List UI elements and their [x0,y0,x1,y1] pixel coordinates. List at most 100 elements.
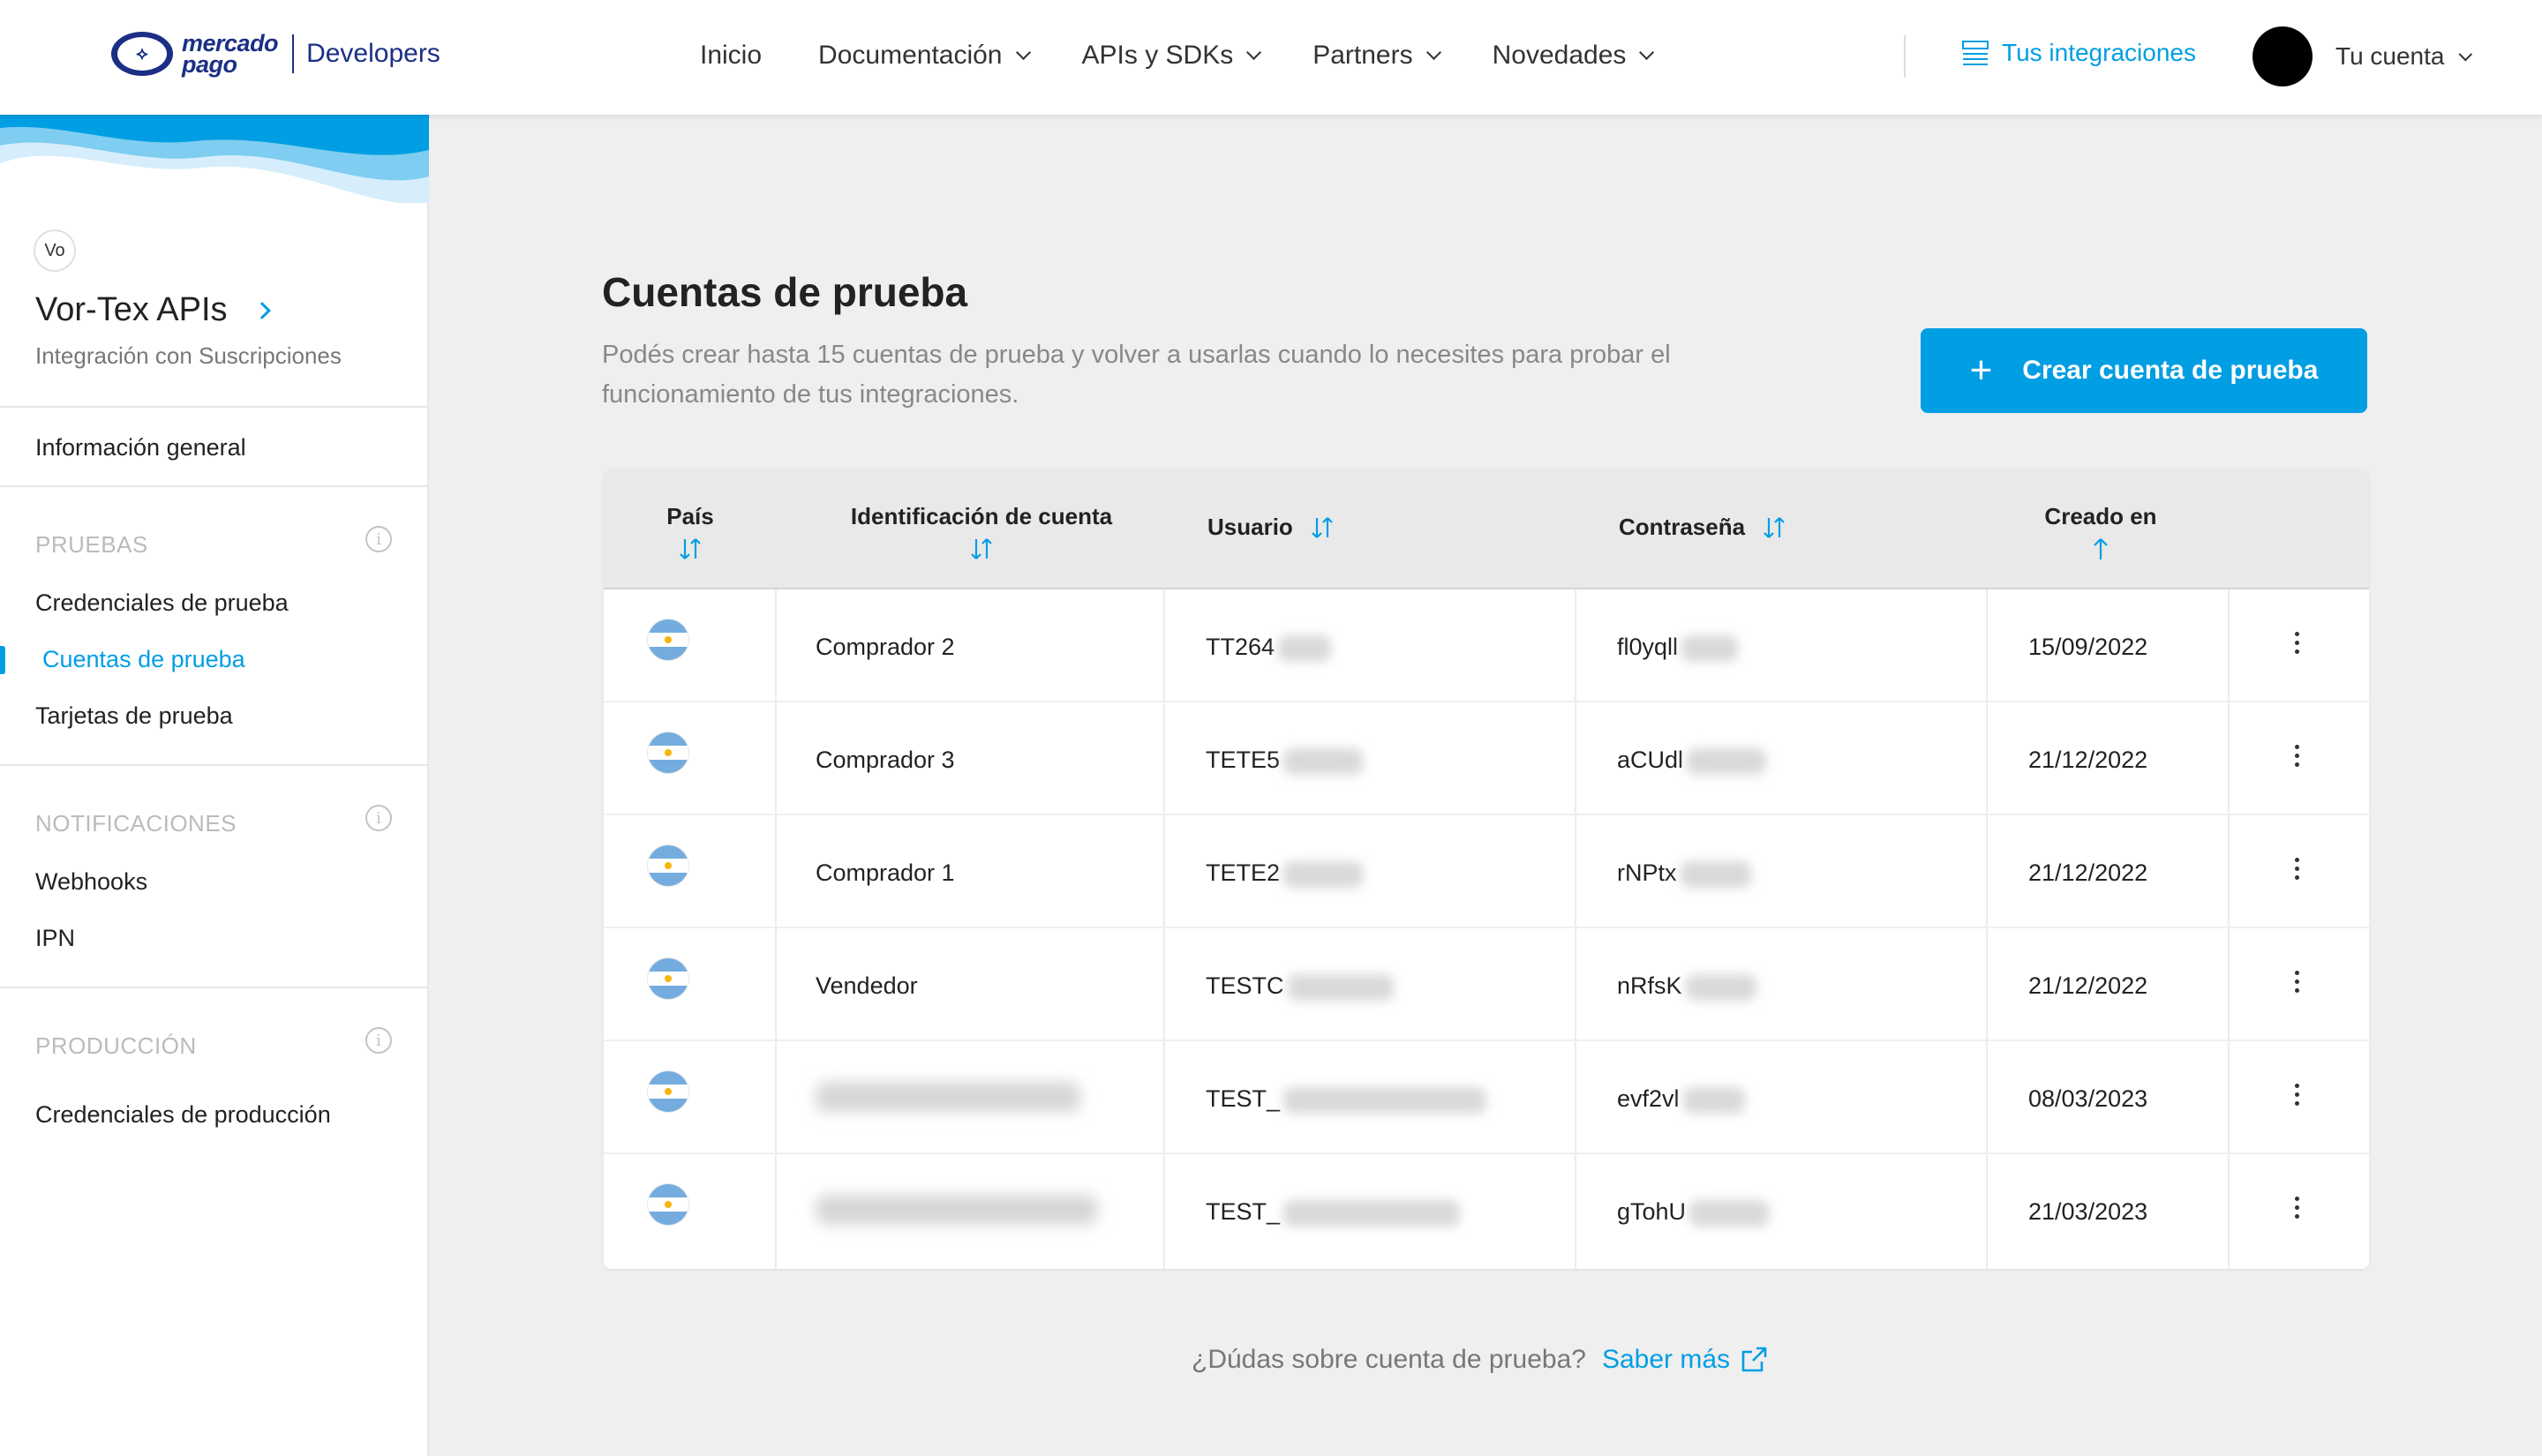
kebab-menu-icon[interactable] [2294,632,2299,658]
handshake-logo-icon: ⟡ [111,32,173,76]
kebab-menu-icon[interactable] [2294,858,2299,884]
sort-icon [1764,516,1785,538]
page-title: Cuentas de prueba [602,269,968,315]
sidebar-item-informacion-general[interactable]: Información general [35,434,246,462]
account-created: 21/12/2022 [2028,747,2148,773]
external-link-icon [1741,1347,1767,1372]
app-name[interactable]: Vor-Tex APIs [35,291,271,329]
divider [0,764,429,766]
account-user: TETE2 [1206,859,1364,888]
sidebar-item-webhooks[interactable]: Webhooks [35,868,147,896]
saber-mas-link[interactable]: Saber más [1602,1345,1769,1375]
table-row[interactable]: Comprador 3 TETE5 aCUdl 21/12/2022 [604,702,2369,815]
account-id-redacted [816,1195,1098,1225]
logo-wordmark: mercado pago [182,30,279,78]
table-row[interactable]: Comprador 2 TT264 fl0yqll 15/09/2022 [604,589,2369,702]
account-user: TEST_ [1206,1085,1487,1114]
table-row[interactable]: TEST_ evf2vl 08/03/2023 [604,1041,2369,1154]
account-password: nRfsK [1617,972,1756,1001]
chevron-right-icon [252,301,271,319]
account-password: aCUdl [1617,747,1767,775]
account-id: Comprador 3 [816,747,955,773]
sidebar-item-ipn[interactable]: IPN [35,925,75,952]
account-user: TESTC [1206,972,1394,1001]
section-pruebas-title: PRUEBAS [35,531,148,558]
account-menu[interactable]: Tu cuenta [2252,26,2473,86]
account-password: rNPtx [1617,859,1751,888]
divider [0,987,429,988]
page-description: Podés crear hasta 15 cuentas de prueba y… [602,341,1671,409]
argentina-flag-icon [648,845,688,886]
section-produccion-title: PRODUCCIÓN [35,1032,197,1059]
header-creado-en[interactable]: Creado en [2021,503,2180,562]
sidebar-wave-decoration [0,115,429,203]
sort-icon [680,538,701,559]
nav-apis-sdks[interactable]: APIs y SDKs [1082,41,1262,71]
app-type: Integración con Suscripciones [35,342,342,369]
info-icon[interactable]: i [365,526,392,552]
account-id: Vendedor [816,972,918,999]
sidebar: Vo Vor-Tex APIs Integración con Suscripc… [0,115,429,1456]
table-row[interactable]: Vendedor TESTC nRfsK 21/12/2022 [604,928,2369,1041]
account-id: Comprador 1 [816,859,955,886]
kebab-menu-icon[interactable] [2294,745,2299,771]
sort-icon [1312,516,1333,538]
info-icon[interactable]: i [365,805,392,831]
divider [0,485,429,487]
account-user: TEST_ [1206,1198,1461,1227]
mercado-pago-logo[interactable]: ⟡ mercado pago Developers [111,30,440,78]
nav-documentacion[interactable]: Documentación [818,41,1031,71]
kebab-menu-icon[interactable] [2294,971,2299,997]
argentina-flag-icon [648,1184,688,1225]
create-test-account-button[interactable]: + Crear cuenta de prueba [1921,328,2367,413]
nav-novedades[interactable]: Novedades [1493,41,1655,71]
chevron-down-icon [1246,44,1262,60]
sort-asc-icon [2094,538,2108,559]
account-password: evf2vl [1617,1085,1745,1114]
section-notificaciones-title: NOTIFICACIONES [35,810,237,837]
help-footer: ¿Dúdas sobre cuenta de prueba? Saber más [1192,1345,1769,1375]
account-user: TETE5 [1206,747,1364,775]
tus-integraciones-link[interactable]: Tus integraciones [1961,39,2196,67]
active-indicator [0,646,5,674]
nav-inicio[interactable]: Inicio [700,41,762,71]
sidebar-item-credenciales-prueba[interactable]: Credenciales de prueba [35,589,289,617]
sidebar-item-tarjetas-prueba[interactable]: Tarjetas de prueba [35,702,233,730]
header-usuario[interactable]: Usuario [1207,514,1335,541]
sort-icon [971,538,992,559]
argentina-flag-icon [648,1071,688,1112]
account-id: Comprador 2 [816,634,955,660]
chevron-down-icon [1639,44,1655,60]
account-created: 21/03/2023 [2028,1198,2148,1225]
developers-label: Developers [306,39,440,68]
nav-partners[interactable]: Partners [1312,41,1441,71]
logo-divider [292,34,295,73]
sidebar-item-cuentas-prueba[interactable]: Cuentas de prueba [42,646,245,673]
table-row[interactable]: Comprador 1 TETE2 rNPtx 21/12/2022 [604,815,2369,928]
table-header: País Identificación de cuenta Usuario Co… [604,469,2369,589]
kebab-menu-icon[interactable] [2294,1197,2299,1223]
chevron-down-icon [1015,44,1031,60]
avatar [2252,26,2313,86]
kebab-menu-icon[interactable] [2294,1084,2299,1110]
account-password: fl0yqll [1617,634,1739,662]
sidebar-item-credenciales-produccion[interactable]: Credenciales de producción [35,1101,331,1129]
info-icon[interactable]: i [365,1027,392,1054]
account-created: 15/09/2022 [2028,634,2148,660]
chevron-down-icon [2459,47,2473,61]
account-created: 08/03/2023 [2028,1085,2148,1112]
table-row[interactable]: TEST_ gTohU 21/03/2023 [604,1154,2369,1267]
account-id-redacted [816,1082,1080,1112]
account-created: 21/12/2022 [2028,859,2148,886]
top-navbar: ⟡ mercado pago Developers Inicio Documen… [0,0,2542,115]
test-accounts-table: País Identificación de cuenta Usuario Co… [604,469,2369,1269]
header-identificacion[interactable]: Identificación de cuenta [823,503,1140,562]
header-pais[interactable]: País [653,503,727,562]
argentina-flag-icon [648,732,688,773]
plus-icon: + [1969,349,1993,392]
app-initials-badge: Vo [34,229,76,272]
nav-divider [1904,35,1906,78]
chevron-down-icon [1425,44,1441,60]
account-created: 21/12/2022 [2028,972,2148,999]
header-contrasena[interactable]: Contraseña [1619,514,1787,541]
